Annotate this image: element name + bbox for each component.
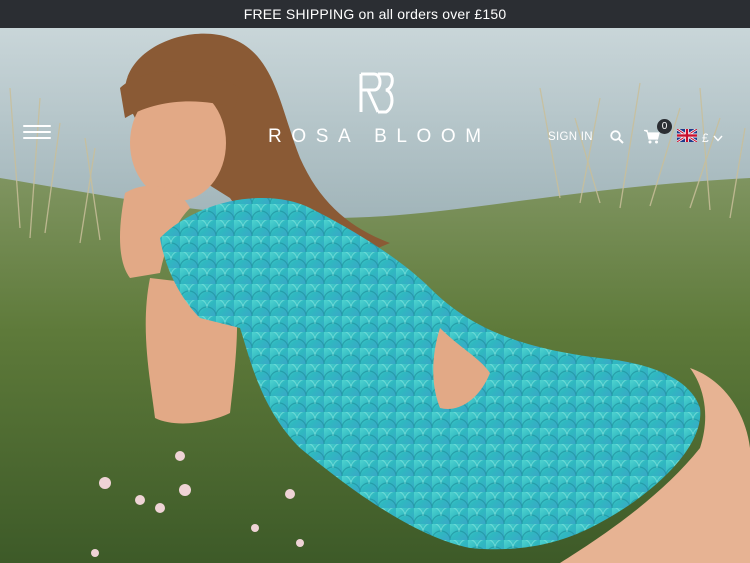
brand-name-link[interactable]: ROSA BLOOM [268,126,483,152]
cart-count-badge: 0 [657,119,672,134]
rb-monogram-logo-icon[interactable] [356,68,394,118]
hamburger-menu-button[interactable] [23,125,51,145]
uk-flag-icon [676,127,698,147]
brand-name: ROSA BLOOM [268,126,491,147]
search-icon[interactable] [610,130,624,149]
currency-selector[interactable]: £ [676,127,723,147]
currency-symbol: £ [702,131,709,145]
site-header: ROSA BLOOM SIGN IN 0 £ [0,28,750,158]
announcement-bar: FREE SHIPPING on all orders over £150 [0,0,750,28]
cart-icon[interactable] [644,129,660,149]
announcement-text: FREE SHIPPING on all orders over £150 [243,6,507,22]
sign-in-link[interactable]: SIGN IN [548,131,593,143]
chevron-down-icon [713,135,723,142]
